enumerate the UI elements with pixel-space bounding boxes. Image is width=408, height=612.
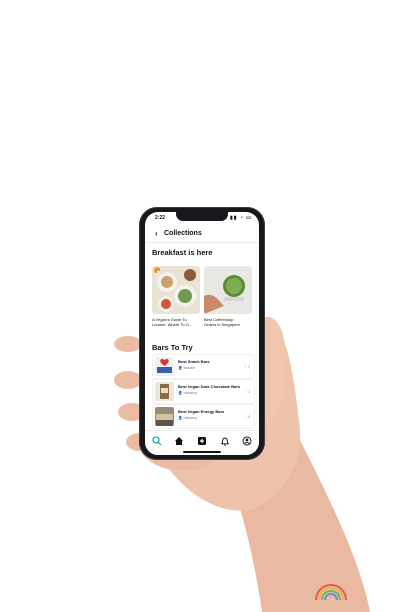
thumb-energy-bars: [155, 407, 174, 426]
section-title-bars: Bars To Try: [152, 343, 193, 352]
chevron-left-icon[interactable]: ‹: [155, 229, 158, 238]
card-badge-icon: 🥐: [153, 268, 161, 274]
item-likes[interactable]: ♡ 1: [244, 365, 250, 369]
home-indicator[interactable]: [183, 451, 221, 453]
item-title: Best Snack Bars: [178, 359, 210, 364]
phone-notch: [176, 212, 228, 221]
collection-card-vegan-guide[interactable]: 🥐 A Vegan's Guide To London: Where To G.…: [152, 266, 200, 328]
phone-device: 2:22 ▮▮ ◔ ▭ ‹ Collections Breakfast is h…: [139, 207, 265, 460]
item-author: 👤 mihanny: [178, 416, 198, 420]
profile-icon[interactable]: [242, 436, 252, 446]
item-likes[interactable]: ♡ 0: [244, 415, 250, 419]
thumb-chocolate-bars: [155, 382, 174, 401]
add-icon[interactable]: [197, 436, 207, 446]
status-indicators-icon: ▮▮ ◔ ▭: [229, 215, 252, 221]
app-screen: 2:22 ▮▮ ◔ ▭ ‹ Collections Breakfast is h…: [145, 212, 259, 455]
card-image-food: 🥐: [152, 266, 200, 314]
page-title: Collections: [164, 230, 202, 237]
home-icon[interactable]: [174, 436, 184, 446]
thumb-snack-bars: [155, 357, 174, 376]
collections-header: ‹ Collections: [145, 226, 259, 243]
collection-card-coffeeshop[interactable]: Best Coffeeshop Orders in Singapore: [204, 266, 252, 328]
status-time: 2:22: [155, 215, 166, 221]
card-image-drink: [204, 266, 252, 314]
search-icon[interactable]: [152, 436, 162, 446]
item-author: 👤 mihanny: [178, 391, 198, 395]
item-title: Best Vegan Dark Chocolate Bars: [178, 384, 241, 389]
card-caption: A Vegan's Guide To London: Where To G...: [152, 317, 193, 327]
item-author: 👤 Mousie: [178, 366, 196, 370]
card-caption: Best Coffeeshop Orders in Singapore: [204, 317, 240, 327]
item-title: Best Vegan Energy Bars: [178, 409, 225, 414]
bottom-tab-bar: [145, 430, 259, 455]
item-likes[interactable]: ♡ 1: [244, 390, 250, 394]
bell-icon[interactable]: [220, 436, 230, 446]
list-item[interactable]: Best Vegan Energy Bars 👤 mihanny ♡ 0: [152, 404, 255, 429]
section-title-breakfast: Breakfast is here: [152, 248, 213, 257]
list-item[interactable]: Best Snack Bars 👤 Mousie ♡ 1: [152, 354, 255, 379]
list-item[interactable]: Best Vegan Dark Chocolate Bars 👤 mihanny…: [152, 379, 255, 404]
